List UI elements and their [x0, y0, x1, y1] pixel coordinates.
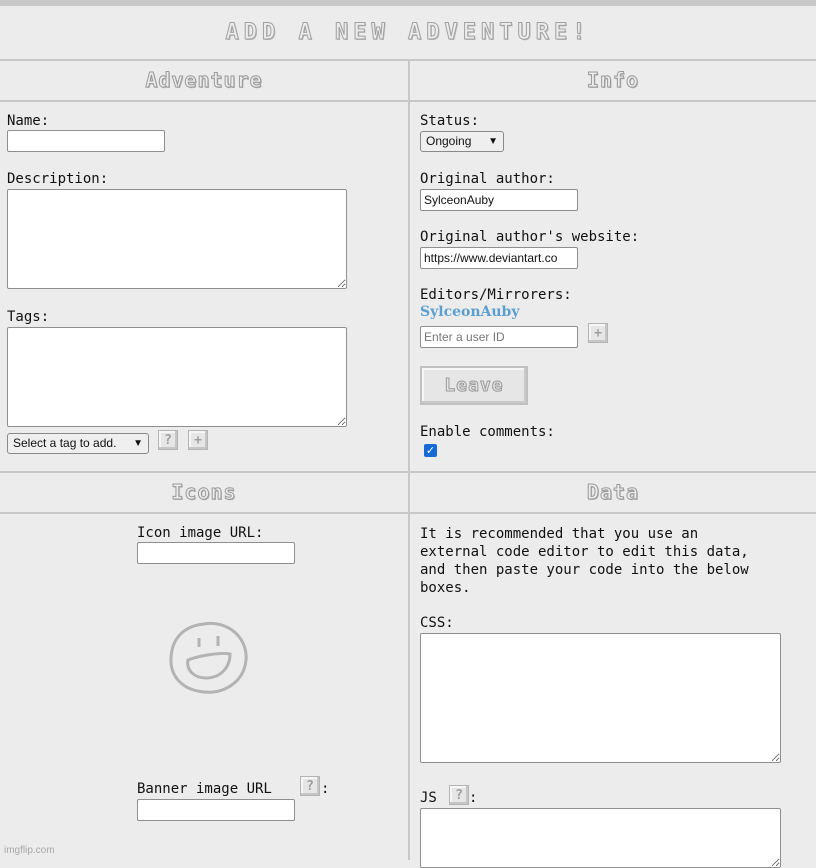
add-tag-button[interactable]: +: [188, 430, 208, 450]
help-icon: ?: [164, 432, 172, 448]
name-label: Name:: [7, 113, 50, 129]
plus-icon: +: [194, 432, 202, 448]
section-header-data: Data: [586, 480, 640, 505]
chevron-down-icon: ▼: [133, 438, 143, 449]
icon-url-field[interactable]: [137, 542, 295, 564]
icon-url-label: Icon image URL:: [137, 525, 264, 541]
comments-label: Enable comments:: [420, 424, 555, 440]
js-colon: :: [469, 790, 478, 806]
editors-label: Editors/Mirrorers:: [420, 287, 572, 303]
tags-textarea[interactable]: [7, 327, 347, 427]
data-note: It is recommended that you use an extern…: [420, 526, 749, 596]
css-label: CSS:: [420, 615, 454, 631]
tags-label: Tags:: [7, 309, 50, 325]
page-title: ADD A NEW ADVENTURE!: [225, 20, 591, 46]
help-icon: ?: [455, 787, 463, 803]
js-textarea[interactable]: [420, 808, 781, 868]
section-header-adventure: Adventure: [145, 68, 263, 93]
tag-select[interactable]: Select a tag to add. ▼: [7, 433, 149, 454]
js-label: JS: [420, 790, 437, 806]
user-id-input[interactable]: [420, 326, 578, 348]
banner-help-button[interactable]: ?: [300, 776, 320, 796]
plus-icon: +: [594, 325, 602, 341]
chevron-down-icon: ▼: [488, 136, 498, 147]
status-label: Status:: [420, 113, 480, 129]
status-select-value: Ongoing: [426, 134, 472, 148]
banner-url-colon: :: [321, 781, 330, 797]
enable-comments-checkbox[interactable]: ✓: [424, 444, 437, 457]
help-icon: ?: [306, 778, 314, 794]
add-editor-button[interactable]: +: [588, 323, 608, 343]
section-header-info: Info: [586, 68, 640, 93]
description-label: Description:: [7, 171, 109, 187]
leave-button[interactable]: Leave: [420, 366, 528, 405]
description-textarea[interactable]: [7, 189, 347, 289]
name-field[interactable]: [7, 130, 165, 152]
editor-user-link[interactable]: SylceonAuby: [420, 304, 519, 320]
status-select[interactable]: Ongoing ▼: [420, 131, 504, 152]
tag-select-value: Select a tag to add.: [13, 436, 117, 450]
js-help-button[interactable]: ?: [449, 785, 469, 805]
author-field[interactable]: [420, 189, 578, 211]
css-textarea[interactable]: [420, 633, 781, 763]
section-header-icons: Icons: [171, 480, 237, 505]
website-field[interactable]: [420, 247, 578, 269]
smiley-icon: [169, 621, 248, 694]
website-label: Original author's website:: [420, 229, 640, 245]
author-label: Original author:: [420, 171, 555, 187]
divider-vertical: [408, 60, 410, 860]
banner-url-label: Banner image URL: [137, 781, 272, 797]
watermark: imgflip.com: [4, 845, 55, 856]
tag-help-button[interactable]: ?: [158, 430, 178, 450]
banner-url-field[interactable]: [137, 799, 295, 821]
